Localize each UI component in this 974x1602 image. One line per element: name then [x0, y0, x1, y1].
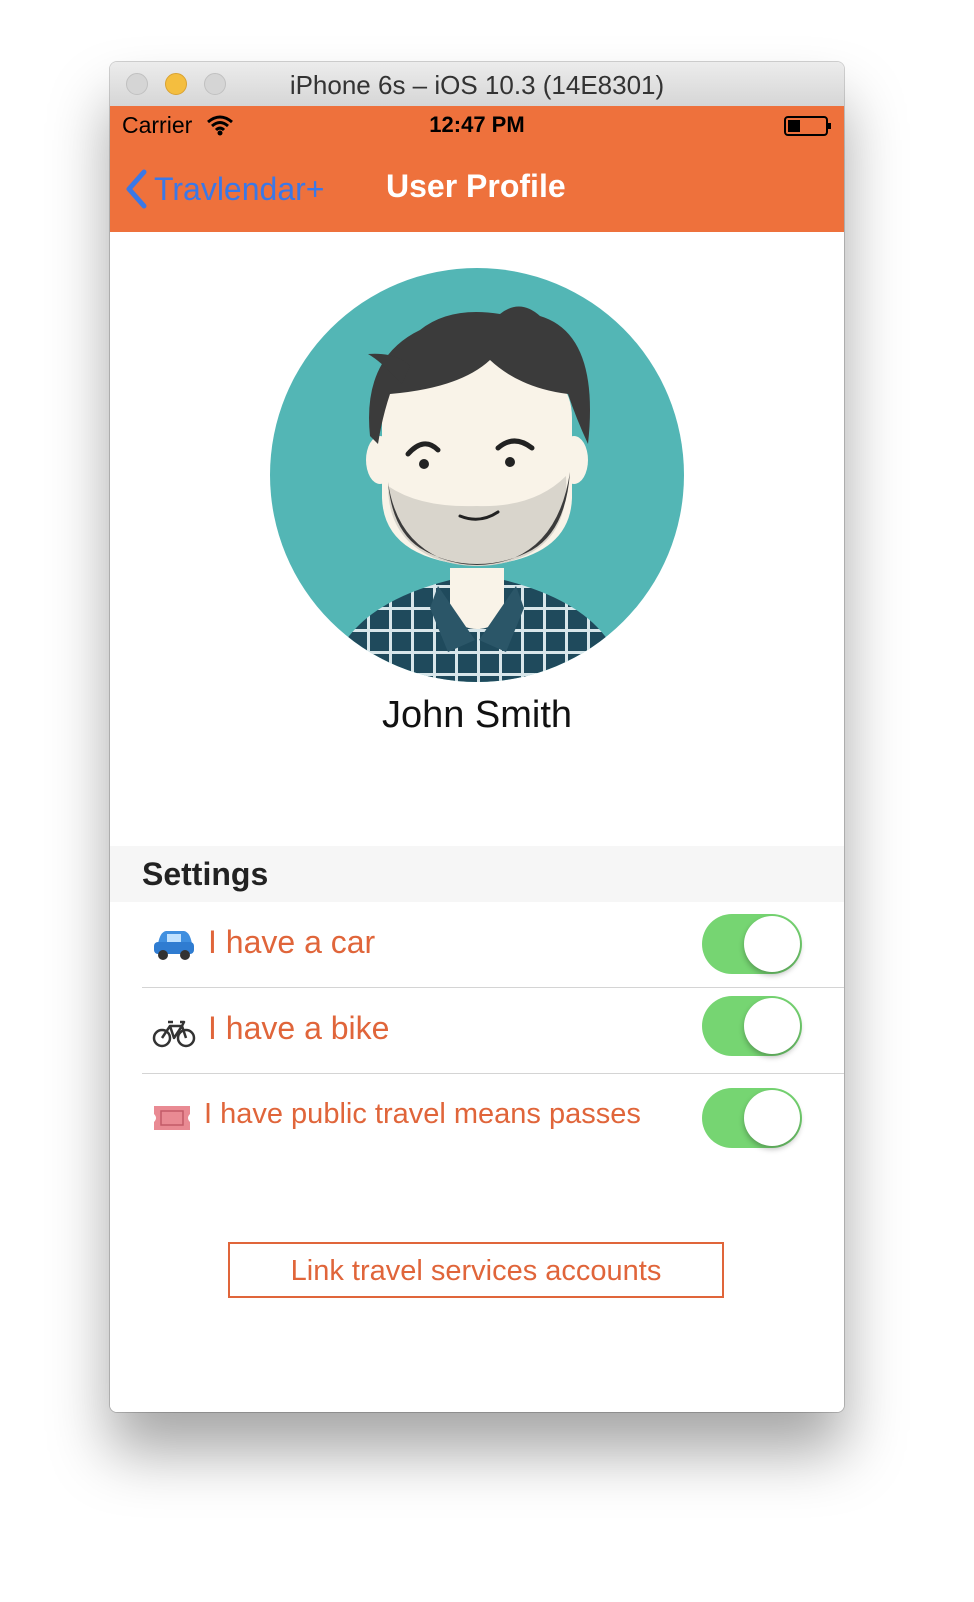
chevron-left-icon [126, 169, 147, 209]
profile-content: John Smith Settings I have a car I have [110, 232, 844, 1412]
toggle-knob [744, 1090, 800, 1146]
setting-row-pass: I have public travel means passes [110, 1074, 844, 1160]
bicycle-icon [152, 1020, 196, 1048]
toggle-knob [744, 916, 800, 972]
car-icon [154, 931, 194, 960]
back-button[interactable]: Travlendar+ [124, 166, 324, 212]
user-name: John Smith [381, 694, 573, 736]
battery-icon [784, 116, 831, 136]
avatar[interactable] [270, 268, 684, 682]
back-button-label: Travlendar+ [154, 170, 325, 207]
bike-toggle[interactable] [702, 996, 802, 1056]
window-titlebar: iPhone 6s – iOS 10.3 (14E8301) [110, 62, 844, 107]
setting-row-car: I have a car [110, 902, 844, 988]
status-bar: Carrier 12:47 PM [110, 106, 844, 146]
link-accounts-button[interactable]: Link travel services accounts [228, 1242, 724, 1298]
pass-toggle[interactable] [702, 1088, 802, 1148]
status-time: 12:47 PM [429, 112, 525, 137]
setting-label-bike: I have a bike [208, 1010, 390, 1046]
settings-section-header: Settings [110, 846, 844, 902]
car-toggle[interactable] [702, 914, 802, 974]
ticket-icon [154, 1106, 190, 1130]
simulator-window: iPhone 6s – iOS 10.3 (14E8301) Carrier 1… [110, 62, 844, 1412]
toggle-knob [744, 998, 800, 1054]
navigation-bar: Travlendar+ User Profile [110, 146, 844, 232]
settings-title: Settings [142, 856, 269, 892]
setting-label-car: I have a car [208, 924, 376, 960]
setting-row-bike: I have a bike [110, 988, 844, 1074]
window-title: iPhone 6s – iOS 10.3 (14E8301) [289, 70, 665, 100]
setting-label-pass: I have public travel means passes [204, 1098, 641, 1130]
page-title: User Profile [386, 168, 566, 204]
